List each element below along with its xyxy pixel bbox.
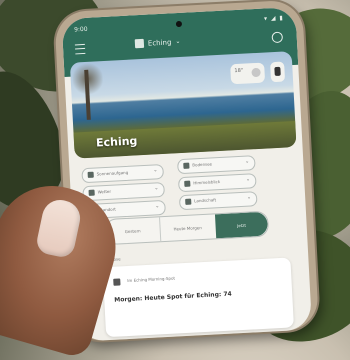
- calendar-icon: [113, 278, 121, 286]
- segment-heute-morgen[interactable]: Heute Morgen: [160, 214, 215, 241]
- card-subtitle: Im Eching Morning-Spot: [127, 275, 176, 284]
- chevron-down-icon: ⌄: [154, 185, 159, 192]
- forecast-card[interactable]: Im Eching Morning-Spot Morgen: Heute Spo…: [102, 257, 294, 338]
- chevron-down-icon: ⌄: [245, 176, 251, 183]
- chevron-down-icon: ⌄: [175, 37, 181, 46]
- cloud-icon: [251, 67, 261, 78]
- filter-label: Himmelsblick: [193, 179, 221, 186]
- filter-label: Landschaft: [194, 197, 217, 204]
- alarm-icon[interactable]: [270, 61, 286, 83]
- sun-icon: [87, 171, 94, 178]
- chevron-down-icon: ⌄: [244, 158, 250, 165]
- segment-label: Heute Morgen: [173, 224, 202, 232]
- weather-text: 18°: [234, 67, 244, 75]
- menu-icon[interactable]: [74, 43, 86, 55]
- filter-bodensee[interactable]: Bodensee ⌄: [177, 155, 256, 175]
- filter-landschaft[interactable]: Landschaft ⌄: [178, 191, 258, 211]
- mountain-icon: [185, 198, 192, 205]
- filter-wetter[interactable]: Wetter ⌄: [82, 181, 165, 202]
- filter-sonnenaufgang[interactable]: Sonnenaufgang ⌄: [81, 163, 165, 184]
- star-icon: [184, 180, 191, 187]
- segment-label: Gestern: [124, 227, 141, 234]
- segment-label: Jetzt: [236, 222, 247, 228]
- filter-label: Bodensee: [192, 161, 213, 168]
- weather-chip[interactable]: 18°: [230, 62, 266, 85]
- front-camera: [175, 20, 183, 28]
- status-time: 9:00: [73, 25, 88, 34]
- chevron-down-icon: ⌄: [155, 203, 160, 210]
- filter-label: Wetter: [97, 188, 112, 195]
- filter-himmelsblick[interactable]: Himmelsblick ⌄: [177, 173, 257, 193]
- hero-image: 18° Eching: [69, 51, 297, 159]
- filter-label: Sonnenaufgang: [96, 169, 129, 177]
- hero-location-label: Eching: [95, 134, 138, 150]
- segment-jetzt[interactable]: Jetzt: [214, 211, 269, 239]
- location-icon: [134, 38, 145, 49]
- page-title: Eching: [147, 37, 172, 48]
- chevron-down-icon: ⌄: [246, 194, 252, 201]
- chevron-down-icon: ⌄: [153, 167, 158, 174]
- location-selector[interactable]: Eching ⌄: [134, 37, 181, 49]
- map-icon: [183, 162, 190, 169]
- status-icons: ▾ ◢ ▮: [263, 14, 284, 23]
- cloud-icon: [88, 189, 95, 196]
- card-title: Morgen: Heute Spot für Eching: 74: [114, 290, 232, 304]
- profile-icon[interactable]: [271, 31, 284, 44]
